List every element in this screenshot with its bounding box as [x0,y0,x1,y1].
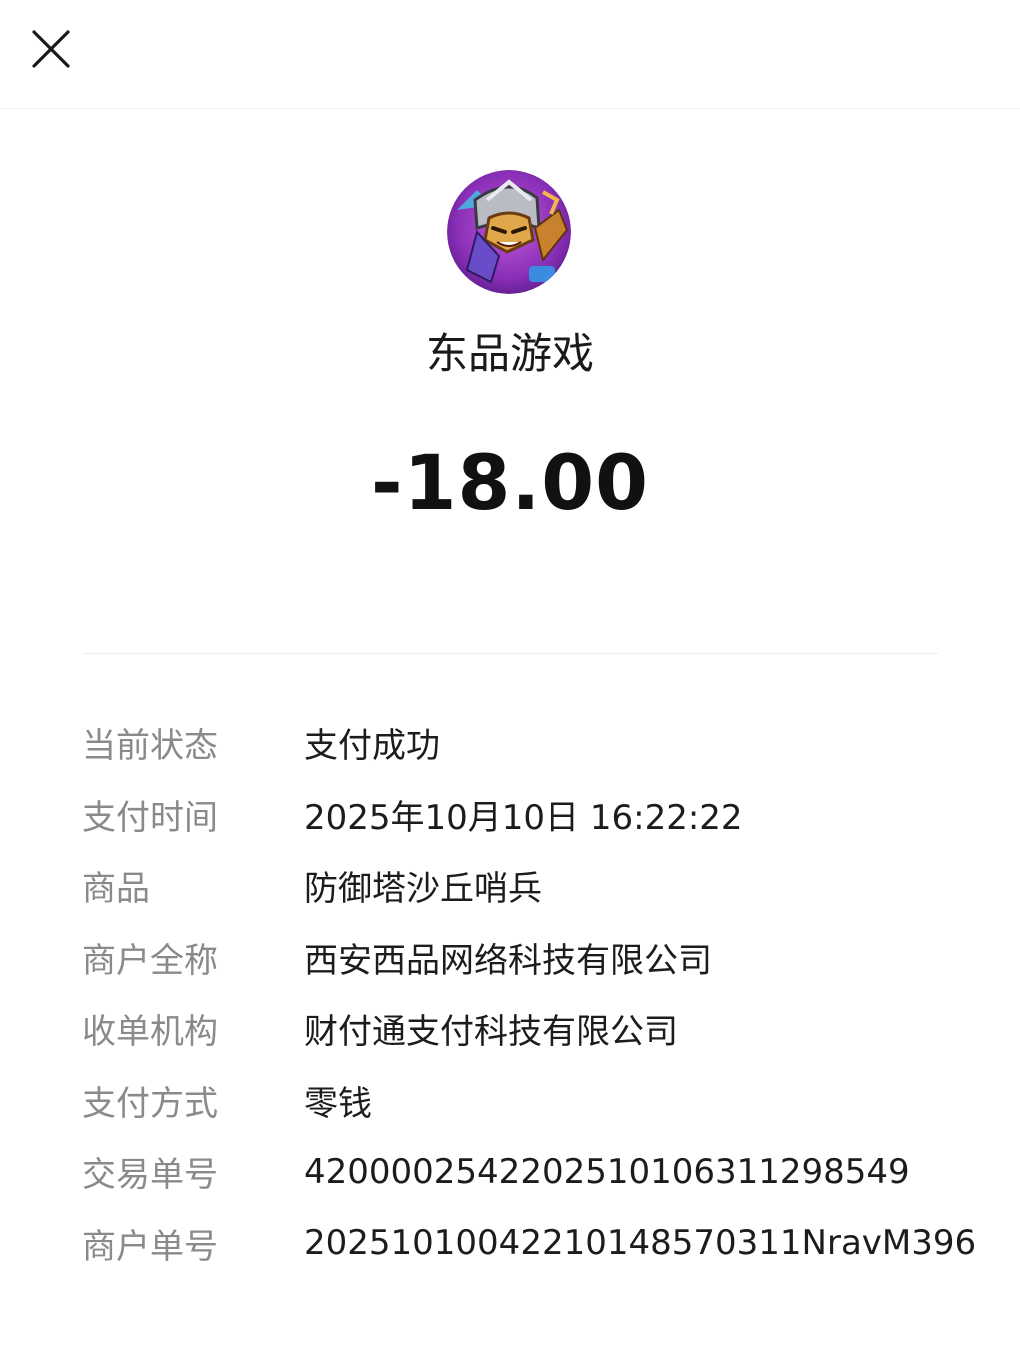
payment-details: 当前状态 支付成功 支付时间 2025年10月10日 16:22:22 商品 防… [82,707,982,1279]
merchant-avatar [447,170,571,294]
top-bar [0,0,1020,109]
detail-value[interactable]: 20251010042210148570311NravM396 [304,1223,976,1263]
detail-row-product: 商品 防御塔沙丘哨兵 [82,850,982,922]
detail-row-transaction-id: 交易单号 4200002542202510106311298549 [82,1136,982,1208]
detail-row-status: 当前状态 支付成功 [82,707,982,779]
detail-label: 商品 [82,869,150,910]
detail-label: 当前状态 [82,726,218,767]
detail-row-merchant-order-id: 商户单号 20251010042210148570311NravM396 [82,1208,982,1280]
detail-label: 交易单号 [82,1155,218,1196]
detail-value[interactable]: 4200002542202510106311298549 [304,1152,910,1192]
merchant-name: 东品游戏 [425,329,594,378]
detail-label: 商户单号 [82,1226,218,1267]
game-avatar-icon [447,170,571,294]
detail-row-merchant: 商户全称 西安西品网络科技有限公司 [82,922,982,994]
payment-amount: -18.00 [371,438,649,527]
detail-value: 零钱 [304,1083,372,1124]
detail-value: 财付通支付科技有限公司 [304,1012,678,1053]
detail-label: 支付方式 [82,1083,218,1124]
detail-label: 商户全称 [82,940,218,981]
detail-label: 收单机构 [82,1012,218,1053]
detail-value: 支付成功 [304,726,440,767]
detail-label: 支付时间 [82,797,218,838]
detail-row-method: 支付方式 零钱 [82,1065,982,1137]
divider [82,653,938,654]
detail-row-acquirer: 收单机构 财付通支付科技有限公司 [82,993,982,1065]
detail-value: 西安西品网络科技有限公司 [304,940,712,981]
detail-row-time: 支付时间 2025年10月10日 16:22:22 [82,779,982,851]
close-icon [32,30,70,68]
detail-value: 防御塔沙丘哨兵 [304,869,542,910]
close-button[interactable] [22,20,80,78]
detail-value: 2025年10月10日 16:22:22 [304,797,743,838]
